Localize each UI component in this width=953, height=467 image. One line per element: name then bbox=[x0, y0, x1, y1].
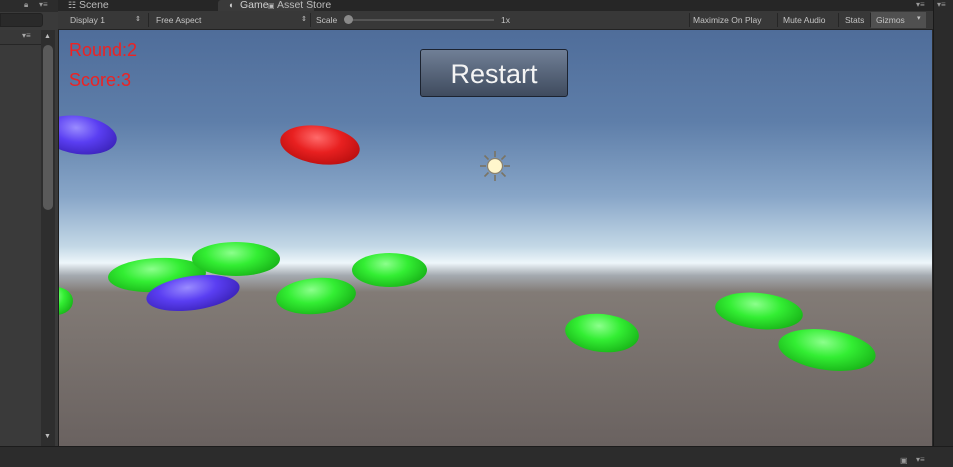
game-view[interactable]: Round:2 Score:3 Restart bbox=[59, 30, 932, 446]
scale-value: 1x bbox=[501, 15, 510, 25]
panel-menu-icon[interactable]: ▾≡ bbox=[937, 0, 946, 9]
lock-icon: ▣ bbox=[268, 3, 275, 10]
tab-bar: ☷ Scene ◖ Game ▣ Asset Store ▾≡ bbox=[58, 0, 933, 11]
maximize-on-play-toggle[interactable]: Maximize On Play bbox=[693, 11, 762, 29]
divider bbox=[689, 13, 690, 27]
stats-toggle[interactable]: Stats bbox=[845, 11, 864, 29]
tab-asset-store[interactable]: ▣ Asset Store bbox=[268, 0, 331, 11]
tab-scene[interactable]: ☷ Scene bbox=[68, 0, 109, 11]
divider bbox=[777, 13, 778, 27]
tab-scene-label: Scene bbox=[79, 0, 109, 11]
mute-audio-toggle[interactable]: Mute Audio bbox=[783, 11, 826, 29]
divider bbox=[310, 13, 311, 27]
score-text: Score:3 bbox=[69, 70, 132, 90]
chevron-down-icon[interactable]: ▾ bbox=[917, 14, 921, 22]
divider bbox=[838, 13, 839, 27]
pacman-icon: ◖ bbox=[228, 0, 234, 10]
inspector-edge: ▾≡ bbox=[933, 0, 953, 466]
scroll-down-icon[interactable]: ▼ bbox=[44, 433, 51, 441]
display-dropdown[interactable]: Display 1 ⇕ bbox=[70, 11, 141, 29]
tab-asset-store-label: Asset Store bbox=[276, 0, 332, 11]
lock-icon[interactable]: 🔒︎ bbox=[24, 0, 28, 10]
scroll-up-icon[interactable]: ▲ bbox=[44, 33, 51, 41]
display-label: Display 1 bbox=[70, 15, 105, 25]
tab-menu-icon[interactable]: ▾≡ bbox=[916, 0, 925, 9]
hierarchy-header: 🔒︎ ▾≡ bbox=[0, 0, 58, 12]
game-toolbar: Display 1 ⇕ Free Aspect ⇕ Scale 1x Maxim… bbox=[58, 11, 933, 30]
gizmos-label: Gizmos bbox=[876, 15, 905, 25]
hierarchy-toolbar: ▾≡ bbox=[0, 30, 41, 45]
scale-slider-thumb[interactable] bbox=[344, 15, 353, 24]
status-bar: ▣ ▾≡ bbox=[0, 446, 953, 467]
scrollbar-thumb[interactable] bbox=[43, 45, 53, 210]
ufo-disk bbox=[277, 120, 363, 170]
scale-slider-track[interactable] bbox=[346, 19, 494, 21]
create-dropdown-icon[interactable]: ▾≡ bbox=[22, 31, 31, 40]
ufo-disk bbox=[59, 287, 73, 315]
ufo-disk bbox=[59, 110, 120, 160]
updown-icon: ⇕ bbox=[135, 16, 141, 23]
divider bbox=[148, 13, 149, 27]
ufo-disk bbox=[274, 274, 358, 318]
hierarchy-search-field[interactable] bbox=[0, 13, 43, 27]
panel-menu-icon[interactable]: ▾≡ bbox=[39, 0, 48, 9]
lock-icon[interactable]: ▣ bbox=[900, 456, 908, 465]
sun-icon bbox=[480, 151, 510, 181]
aspect-dropdown[interactable]: Free Aspect ⇕ bbox=[156, 11, 307, 29]
ufo-disk bbox=[352, 253, 427, 287]
restart-button[interactable]: Restart bbox=[420, 49, 568, 97]
ufo-disk bbox=[192, 242, 280, 276]
aspect-label: Free Aspect bbox=[156, 15, 202, 25]
gizmos-toggle[interactable]: Gizmos ▾ bbox=[871, 12, 926, 28]
scale-label: Scale bbox=[316, 15, 338, 25]
tab-game-label: Game bbox=[240, 0, 269, 11]
ufo-disk bbox=[775, 323, 879, 377]
ufo-disk bbox=[713, 288, 805, 334]
round-text: Round:2 bbox=[69, 40, 138, 60]
panel-menu-icon[interactable]: ▾≡ bbox=[916, 455, 925, 464]
grid-icon: ☷ bbox=[68, 0, 77, 10]
ufo-disk bbox=[563, 310, 641, 356]
updown-icon: ⇕ bbox=[301, 16, 307, 23]
